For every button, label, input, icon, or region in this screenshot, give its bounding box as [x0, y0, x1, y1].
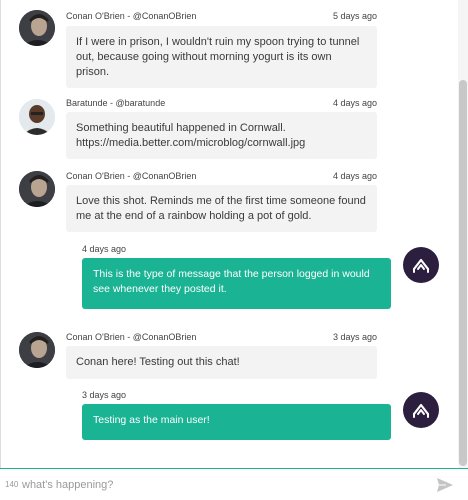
message-bubble: Love this shot. Reminds me of the first … [66, 185, 377, 232]
own-message-bubble: This is the type of message that the per… [82, 258, 391, 309]
timestamp: 4 days ago [332, 98, 377, 108]
author-name[interactable]: Baratunde - @baratunde [66, 98, 165, 108]
timestamp: 5 days ago [332, 11, 377, 21]
message-bubble: Something beautiful happened in Cornwall… [66, 112, 377, 159]
logo-icon [412, 258, 430, 273]
author-name[interactable]: Conan O'Brien - @ConanOBrien [66, 11, 196, 21]
own-avatar[interactable] [403, 392, 439, 428]
message-bubble: Conan here! Testing out this chat! [66, 346, 377, 379]
scrollbar-thumb[interactable] [459, 80, 467, 466]
send-button[interactable] [436, 477, 454, 493]
conan-photo [19, 171, 55, 207]
conan-avatar[interactable] [19, 10, 55, 46]
baratunde-avatar[interactable] [19, 99, 55, 135]
composer: 140 [0, 468, 468, 500]
author-name[interactable]: Conan O'Brien - @ConanOBrien [66, 332, 196, 342]
logo-icon [412, 403, 430, 418]
timestamp: 3 days ago [82, 390, 127, 400]
timestamp: 4 days ago [332, 171, 377, 181]
conan-photo [19, 10, 55, 46]
conan-photo [19, 332, 55, 368]
own-avatar[interactable] [403, 247, 439, 283]
author-name[interactable]: Conan O'Brien - @ConanOBrien [66, 171, 196, 181]
compose-input[interactable] [22, 475, 422, 495]
conan-avatar[interactable] [19, 171, 55, 207]
message-feed[interactable]: Conan O'Brien - @ConanOBrien 5 days ago … [0, 0, 458, 468]
feed-scrollbar[interactable] [458, 0, 468, 468]
character-count: 140 [5, 480, 19, 489]
conan-avatar[interactable] [19, 332, 55, 368]
own-message-bubble: Testing as the main user! [82, 404, 391, 440]
timestamp: 4 days ago [82, 244, 127, 254]
timestamp: 3 days ago [332, 332, 377, 342]
message-bubble: If I were in prison, I wouldn't ruin my … [66, 26, 377, 88]
send-icon [437, 478, 453, 492]
baratunde-photo [19, 99, 55, 135]
